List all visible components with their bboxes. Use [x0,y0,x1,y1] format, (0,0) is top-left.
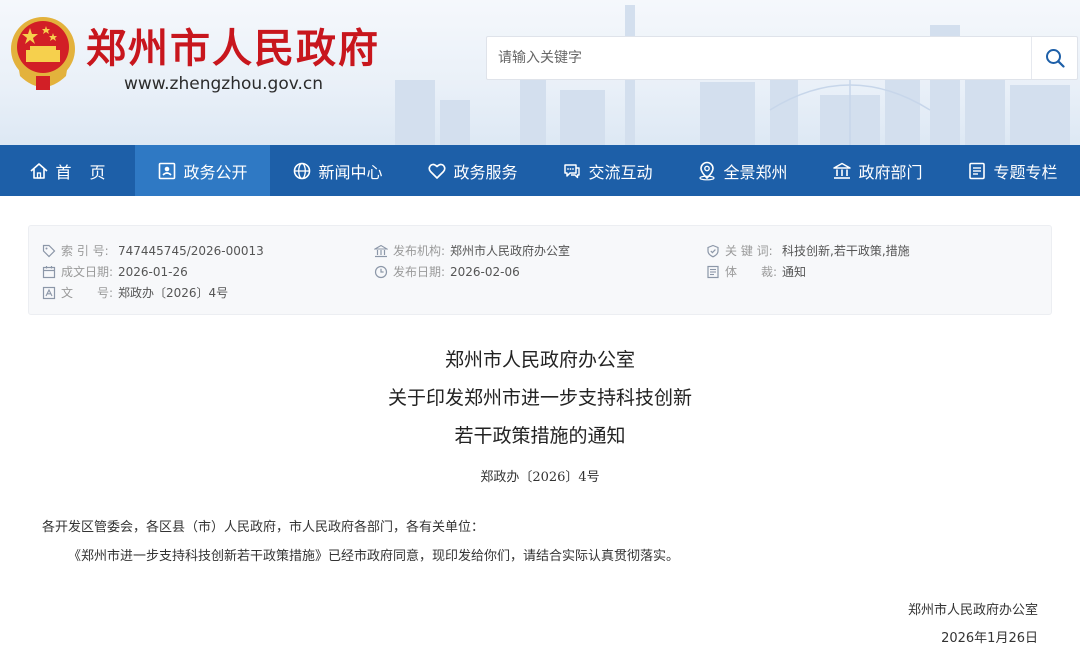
document-icon [42,286,56,299]
document-title-line-3: 若干政策措施的通知 [454,425,626,447]
info-column-left: 索 引 号: 747445745/2026-00013 成文日期: 2026-0… [42,240,264,303]
home-icon [30,162,49,179]
pin-icon [699,161,716,180]
info-value: 通知 [782,265,807,279]
site-url[interactable]: www.zhengzhou.gov.cn [124,74,323,94]
info-keywords: 关 键 词: 科技创新,若干政策,措施 [706,240,910,261]
nav-item-home[interactable]: 首页 [0,145,135,196]
info-created-date: 成文日期: 2026-01-26 [42,261,264,282]
info-column-right: 关 键 词: 科技创新,若干政策,措施 体 裁: 通知 [706,240,910,282]
nav-label-government-services: 政务服务 [453,162,518,182]
document-info-panel: 索 引 号: 747445745/2026-00013 成文日期: 2026-0… [28,225,1052,315]
nav-item-special-topics[interactable]: 专题专栏 [945,145,1080,196]
document-title-line-1: 郑州市人民政府办公室 [444,349,635,371]
nav-label-home: 首页 [55,162,124,182]
tag-icon [42,244,56,257]
heart-icon [428,163,447,179]
info-published-date: 发布日期: 2026-02-06 [374,261,570,282]
search-button[interactable] [1031,37,1077,79]
info-key: 发布机构: [393,244,446,258]
nav-label-panoramic-zhengzhou: 全景郑州 [723,162,788,182]
info-value: 2026-01-26 [118,264,188,279]
nav-label-special-topics: 专题专栏 [993,162,1058,182]
document-signature: 郑州市人民政府办公室 [907,603,1038,618]
nav-item-news-center[interactable]: 新闻中心 [270,145,405,196]
document-salutation: 各开发区管委会，各区县（市）人民政府，市人民政府各部门，各有关单位： [42,520,485,535]
info-key: 关 键 词: [725,244,773,258]
site-header: 郑州市人民政府 www.zhengzhou.gov.cn [0,0,1080,145]
building-icon [833,162,852,179]
document-date: 2026年1月26日 [941,631,1038,646]
info-index-number: 索 引 号: 747445745/2026-00013 [42,240,264,261]
info-key: 发布日期: [393,265,446,279]
search-icon [1045,49,1065,68]
institution-icon [374,244,388,257]
nav-label-government-departments: 政府部门 [858,162,923,182]
info-document-number: 文 号: 郑政办〔2026〕4号 [42,282,264,303]
list-icon [969,162,986,179]
info-value: 747445745/2026-00013 [118,243,264,258]
info-value: 郑政办〔2026〕4号 [118,286,229,300]
info-value: 科技创新,若干政策,措施 [782,244,910,258]
calendar-icon [42,265,56,278]
national-emblem-icon [11,17,75,90]
document-body: 《郑州市进一步支持科技创新若干政策措施》已经市政府同意，现印发给你们，请结合实际… [68,549,680,564]
search-input[interactable] [487,37,1031,79]
shield-icon [707,244,719,257]
id-card-icon [159,162,176,179]
info-key: 体 裁: [725,265,778,279]
note-icon [707,265,719,278]
main-nav: 首页 政务公开 新闻中心 政务服务 交流互动 全景郑州 政府部门 专题专栏 [0,145,1080,196]
site-title[interactable]: 郑州市人民政府 [86,16,380,74]
info-value: 郑州市人民政府办公室 [450,244,571,258]
nav-item-government-departments[interactable]: 政府部门 [810,145,945,196]
info-genre: 体 裁: 通知 [706,261,910,282]
nav-item-government-affairs[interactable]: 政务公开 [135,145,270,196]
nav-label-news-center: 新闻中心 [318,162,383,182]
nav-label-interaction: 交流互动 [588,162,653,182]
search-box [486,36,1078,80]
document-title-line-2: 关于印发郑州市进一步支持科技创新 [387,387,692,409]
nav-item-interaction[interactable]: 交流互动 [540,145,675,196]
nav-label-government-affairs: 政务公开 [183,162,248,182]
chat-icon [564,163,581,178]
clock-icon [374,265,388,278]
info-key: 文 号: [61,286,114,300]
info-value: 2026-02-06 [450,264,520,279]
info-column-middle: 发布机构: 郑州市人民政府办公室 发布日期: 2026-02-06 [374,240,570,282]
info-publisher: 发布机构: 郑州市人民政府办公室 [374,240,570,261]
info-key: 成文日期: [61,265,114,279]
nav-item-government-services[interactable]: 政务服务 [405,145,540,196]
info-key: 索 引 号: [61,244,109,258]
document-number: 郑政办〔2026〕4号 [480,470,600,485]
nav-item-panoramic-zhengzhou[interactable]: 全景郑州 [675,145,810,196]
globe-icon [294,162,311,179]
